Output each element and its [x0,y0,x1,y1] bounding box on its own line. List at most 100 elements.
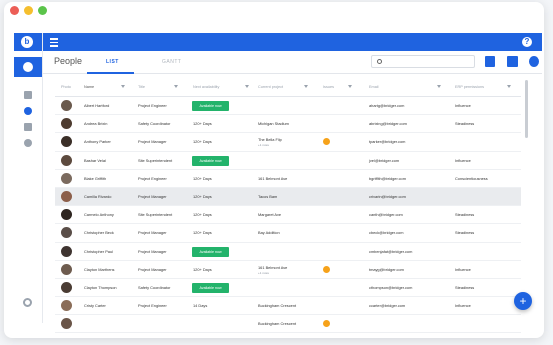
person-title: Safety Coordinator [138,284,171,290]
person-name[interactable]: Carmelo Anthony [84,212,114,217]
table-row[interactable]: Buckingham Crescent [55,315,521,334]
filter-icon[interactable] [348,85,352,88]
current-project[interactable]: Michigan Stadium [258,121,289,127]
filter-icon[interactable] [304,85,308,88]
current-project[interactable]: Bay Addition [258,230,280,236]
minimize-window-button[interactable] [24,6,33,15]
table-row[interactable]: Carmelo Anthony Site Superintendent 120+ D… [55,206,521,225]
sidebar-item-people[interactable] [14,57,42,77]
issue-warning-icon[interactable] [323,265,330,273]
current-project[interactable]: 161 Belmont Ave +1 more [258,265,287,275]
issue-warning-icon[interactable] [323,138,330,146]
person-email[interactable]: ahartg@bridger.com [369,103,404,108]
table-row[interactable]: Cristy Carter Project Engineer 14 Days Buck… [55,297,521,316]
current-project[interactable]: Buckingham Crescent [258,303,296,309]
person-name[interactable]: Christopher Beck [84,230,114,235]
availability-text: 14 Days [193,303,208,309]
person-name[interactable]: Blake Griffith [84,176,106,181]
current-project[interactable]: Buckingham Crescent [258,321,296,327]
help-icon[interactable]: ? [522,37,532,47]
table-row[interactable]: Albert Hartford Project Engineer Available… [55,97,521,116]
table-row[interactable]: Bashar Velal Site Superintendent Available… [55,152,521,170]
availability-text: 120+ Days [193,193,212,199]
col-project[interactable]: Current project [258,85,283,89]
current-project[interactable]: The Bella Flip +1 more [258,137,282,147]
col-issues[interactable]: Issues [323,85,334,89]
filter-icon[interactable] [174,85,178,88]
person-name[interactable]: Camilla Rivardo [84,194,111,199]
current-project[interactable]: 161 Belmont Ave [258,176,287,182]
settings-icon[interactable] [24,139,32,147]
table-row[interactable]: Camilla Rivardo Project Manager 120+ Days T… [55,187,521,207]
menu-icon[interactable] [50,36,62,48]
project-name: Michigan Stadium [258,121,289,127]
person-name[interactable]: Bashar Velal [84,158,106,163]
tab-list[interactable]: LIST [106,59,119,65]
person-email[interactable]: bgriffith@bridger.com [369,176,406,181]
people-table: Photo Name Title Next availability Curre… [55,78,521,334]
person-name[interactable]: Christopher Paul [84,249,113,254]
filter-icon[interactable] [437,85,441,88]
person-name[interactable]: Andrea Brixin [84,121,107,126]
scrollbar-thumb[interactable] [525,80,528,138]
app-logo[interactable]: b [14,33,42,51]
col-erp[interactable]: ERP permissions [455,85,484,89]
table-row[interactable]: Christopher Paul Project Manager Available… [55,243,521,261]
person-email[interactable]: cthompson@bridger.com [369,285,412,290]
table-row[interactable]: Blake Griffith Project Engineer 120+ Days 1… [55,170,521,188]
settings-gear-icon[interactable] [529,56,539,67]
filter-icon[interactable] [245,85,249,88]
table-row[interactable]: Andrea Brixin Safety Coordinator 120+ Days… [55,115,521,134]
project-name: Bay Addition [258,230,280,236]
filter-icon[interactable] [507,85,511,88]
person-name[interactable]: Anthony Parker [84,139,111,144]
issue-warning-icon[interactable] [323,320,330,328]
current-project[interactable]: Tacos Bam [258,194,277,200]
table-row[interactable]: Anthony Parker Project Manager 120+ Days Th… [55,133,521,152]
search-input[interactable] [371,55,475,68]
person-email[interactable]: tmayg@bridger.com [369,267,404,272]
avatar [61,154,72,166]
col-title[interactable]: Title [138,85,145,89]
erp-permission: Steadiness [455,212,475,218]
col-email[interactable]: Email [369,85,379,89]
table-row[interactable]: Christopher Beck Project Manager 120+ Days… [55,224,521,243]
person-email[interactable]: canth@bridger.com [369,212,403,217]
person-email[interactable]: abrixing@bridger.com [369,121,407,126]
person-email[interactable]: tparker@bridger.com [369,139,405,144]
close-window-button[interactable] [10,6,19,15]
availability-badge: Available now [192,246,229,257]
col-availability[interactable]: Next availability [193,85,219,89]
availability-text: 120+ Days [193,175,212,181]
building-icon[interactable] [24,123,32,131]
person-name[interactable]: Cristy Carter [84,303,106,308]
person-email[interactable]: crivarin@bridger.com [369,194,406,199]
tab-gantt[interactable]: GANTT [162,59,181,65]
project-name: Tacos Bam [258,193,278,199]
person-name[interactable]: Albert Hartford [84,103,109,108]
document-icon[interactable] [485,56,495,67]
availability-text: 120+ Days [193,139,212,145]
project-name: 161 Belmont Ave [258,264,288,270]
person-email[interactable]: jvel@bridger.com [369,158,399,163]
gear-icon[interactable] [23,298,32,307]
columns-icon[interactable] [507,56,518,67]
col-name[interactable]: Name [84,85,94,89]
sort-icon[interactable] [121,85,125,88]
person-name[interactable]: Clayton Marthens [84,267,115,272]
person-icon[interactable] [24,107,32,115]
table-row[interactable]: Clayton Thompson Safety Coordinator Availa… [55,279,521,298]
person-email[interactable]: cmbenjafat@bridger.com [369,249,412,254]
dashboard-icon[interactable] [24,91,32,99]
avatar [61,209,72,221]
project-name: Buckingham Crescent [258,321,297,327]
person-name[interactable]: Clayton Thompson [84,285,117,290]
current-project[interactable]: Margaret Ave [258,212,281,218]
avatar [61,172,72,184]
table-row[interactable]: Clayton Marthens Project Manager 120+ Days… [55,261,521,279]
maximize-window-button[interactable] [38,6,47,15]
scrollbar[interactable] [525,78,528,318]
person-email[interactable]: ccarter@bridger.com [369,303,405,308]
person-email[interactable]: cbeck@bridger.com [369,230,403,235]
add-person-button[interactable]: + [514,292,532,310]
